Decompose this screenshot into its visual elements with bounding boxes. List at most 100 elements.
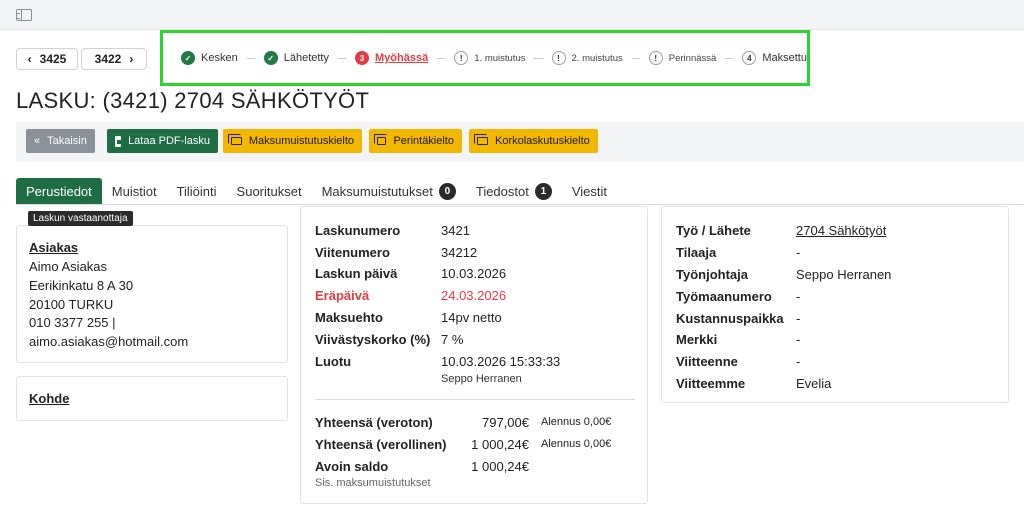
field-label: Työnjohtaja: [676, 267, 748, 282]
collection-ban-label: Perintäkielto: [393, 135, 454, 147]
total-value: 1 000,24€: [471, 459, 529, 474]
invoice-details-card: Laskunumero 3421 Viitenumero 34212 Lasku…: [300, 206, 648, 504]
tab-muistiot[interactable]: Muistiot: [102, 178, 167, 204]
step-connector: [437, 57, 446, 59]
tab-label: Maksumuistutukset: [321, 183, 433, 199]
discount-value: Alennus 0,00€: [541, 438, 612, 450]
step-lahetetty: ✓ Lähetetty: [263, 51, 329, 65]
tab-suoritukset[interactable]: Suoritukset: [227, 178, 312, 204]
discount-value: Alennus 0,00€: [541, 416, 612, 428]
check-icon: ✓: [263, 51, 278, 65]
field-value: 7 %: [441, 332, 464, 347]
prev-invoice-label: 3425: [39, 52, 67, 66]
step-kesken: ✓ Kesken: [181, 51, 238, 65]
field-label: Viivästyskorko (%): [315, 332, 431, 347]
count-badge: 1: [534, 182, 552, 200]
step-label: Lähetetty: [283, 52, 329, 64]
tab-tilioi[interactable]: Tiliöinti: [167, 178, 227, 204]
tab-viestit[interactable]: Viestit: [562, 178, 617, 204]
field-label: Merkki: [676, 332, 718, 347]
exclamation-icon: !: [454, 51, 469, 65]
field-value: 24.03.2026: [441, 288, 507, 303]
field-label: Laskunumero: [315, 223, 401, 238]
customer-email: aimo.asiakas@hotmail.com: [29, 334, 189, 350]
total-label: Avoin saldo: [315, 459, 389, 474]
cards-icon: [373, 134, 388, 145]
download-pdf-button[interactable]: Lataa PDF-lasku: [107, 129, 218, 153]
step-connector: [631, 57, 640, 59]
step-myohassa[interactable]: 3 Myöhässä: [355, 51, 428, 65]
field-value: 10.03.2026: [441, 266, 507, 281]
tab-perustiedot[interactable]: Perustiedot: [16, 178, 102, 204]
cards-icon: [228, 134, 242, 145]
next-invoice-label: 3422: [94, 52, 122, 66]
tab-label: Perustiedot: [26, 183, 92, 199]
field-value: -: [796, 354, 801, 369]
field-label: Eräpäivä: [315, 288, 370, 303]
step-connector: [338, 57, 347, 59]
step-number-icon: 3: [355, 51, 370, 65]
chevron-right-icon: ›: [129, 52, 134, 66]
customer-link[interactable]: Asiakas: [29, 240, 275, 255]
next-invoice-button[interactable]: 3422 ›: [81, 48, 147, 70]
status-stepper: ✓ Kesken ✓ Lähetetty 3 Myöhässä ! 1. mui…: [160, 30, 810, 86]
step-number-icon: 4: [742, 51, 757, 65]
download-pdf-label: Lataa PDF-lasku: [128, 135, 210, 147]
interest-ban-label: Korkolaskutuskielto: [495, 135, 590, 147]
customer-name: Aimo Asiakas: [29, 259, 108, 274]
field-label: Viitteenne: [676, 354, 738, 369]
divider: [315, 399, 635, 400]
step-label: Myöhässä: [375, 52, 429, 64]
customer-street: Eerikinkatu 8 A 30: [29, 277, 134, 293]
interest-ban-button[interactable]: Korkolaskutuskielto: [469, 129, 598, 153]
cards-icon: [474, 134, 488, 145]
field-label: Työmaanumero: [676, 289, 772, 304]
customer-phone: 010 3377 255 |: [29, 315, 116, 331]
field-value: 3421: [441, 223, 470, 238]
tab-tiedostot[interactable]: Tiedostot 1: [466, 178, 562, 204]
step-label: Kesken: [201, 52, 238, 64]
prev-invoice-button[interactable]: ‹ 3425: [16, 48, 78, 70]
total-label: Yhteensä (veroton): [315, 415, 433, 430]
field-value: -: [796, 311, 801, 326]
step-1-muistutus: ! 1. muistutus: [454, 51, 525, 65]
top-bar: [0, 0, 1024, 30]
target-card: Kohde: [16, 376, 288, 421]
field-value: 14pv netto: [441, 310, 502, 325]
reminders-note: Sis. maksumuistutukset: [315, 477, 431, 489]
reminder-ban-label: Maksumuistutuskielto: [248, 135, 354, 147]
field-value: -: [796, 245, 801, 260]
job-link[interactable]: 2704 Sähkötyöt: [796, 223, 886, 238]
step-label: 1. muistutus: [474, 52, 526, 64]
file-icon: [115, 135, 123, 147]
recipient-label: Laskun vastaanottaja: [28, 211, 133, 226]
tab-label: Viestit: [571, 183, 608, 199]
field-value: 10.03.2026 15:33:33: [441, 354, 561, 369]
action-bar: « Takaisin Lataa PDF-lasku Maksumuistutu…: [16, 122, 1024, 162]
back-button[interactable]: « Takaisin: [26, 129, 95, 153]
target-link[interactable]: Kohde: [29, 391, 275, 406]
field-label: Viitenumero: [315, 245, 390, 260]
field-value: -: [796, 289, 801, 304]
tab-label: Tiedostot: [475, 183, 529, 199]
field-label: Viitteemme: [676, 376, 746, 391]
check-icon: ✓: [181, 51, 195, 65]
step-connector: [534, 57, 543, 59]
sidebar-toggle-icon[interactable]: [16, 9, 32, 21]
collection-ban-button[interactable]: Perintäkielto: [369, 129, 462, 153]
step-connector: [246, 57, 255, 59]
chevron-left-icon: ‹: [27, 52, 32, 66]
step-label: Maksettu: [762, 52, 807, 64]
total-value: 797,00€: [482, 415, 529, 430]
tab-maksumuistutukset[interactable]: Maksumuistutukset 0: [312, 178, 466, 204]
step-label: Perinnässä: [668, 52, 717, 64]
tab-bar: Perustiedot Muistiot Tiliöinti Suorituks…: [16, 178, 1024, 205]
field-label: Tilaaja: [676, 245, 717, 260]
total-value: 1 000,24€: [471, 437, 529, 452]
customer-card: Asiakas Aimo Asiakas Eerikinkatu 8 A 30 …: [16, 225, 288, 363]
step-label: 2. muistutus: [571, 52, 623, 64]
reminder-ban-button[interactable]: Maksumuistutuskielto: [223, 129, 362, 153]
customer-city: 20100 TURKU: [29, 296, 114, 312]
job-details-card: Työ / Lähete 2704 Sähkötyöt Tilaaja - Ty…: [661, 206, 1009, 403]
field-label: Työ / Lähete: [676, 223, 751, 238]
